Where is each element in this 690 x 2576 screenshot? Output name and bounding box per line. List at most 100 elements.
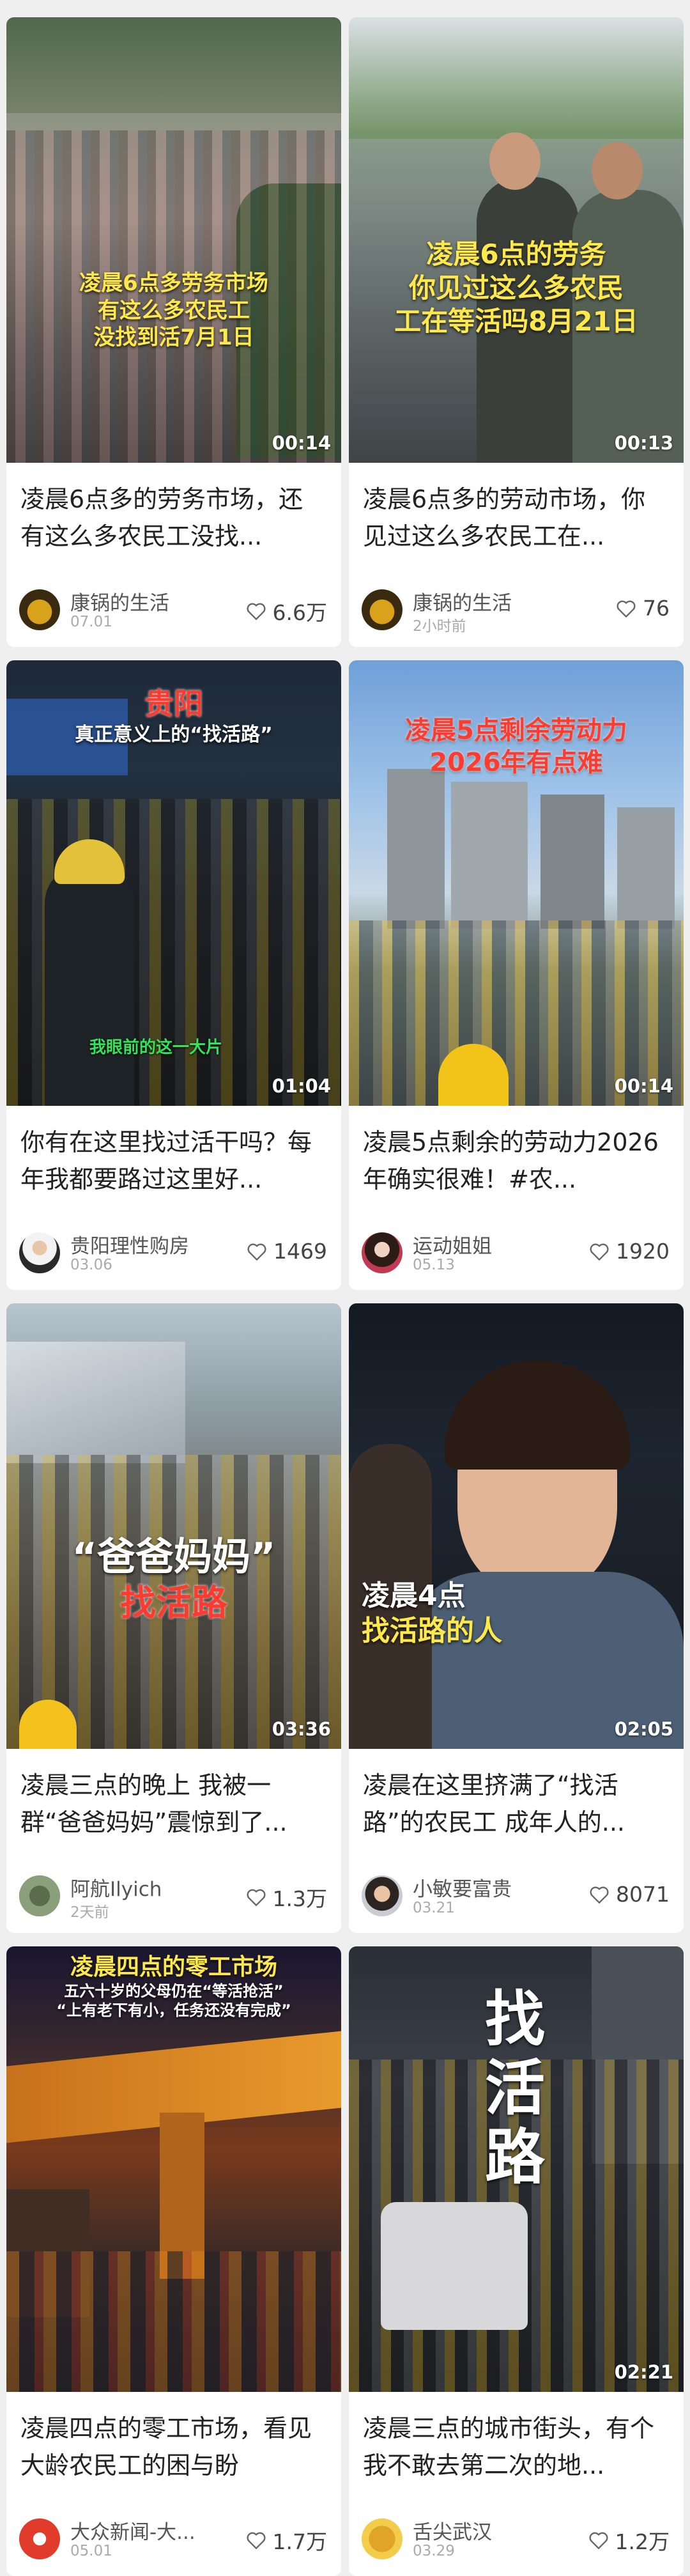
post-date: 03.21 <box>413 1900 455 1916</box>
thumbnail-overlay-text: 凌晨6点的劳务 你见过这么多农民 工在等活吗8月21日 <box>394 238 638 337</box>
like-count: 1.3万 <box>272 1886 327 1911</box>
video-thumbnail[interactable]: 凌晨6点多劳务市场 有这么多农民工 没找到活7月1日 00:14 <box>6 17 341 463</box>
like-button[interactable]: 1469 <box>247 1239 327 1264</box>
like-count: 8071 <box>616 1882 670 1907</box>
avatar[interactable] <box>362 2518 402 2559</box>
heart-icon <box>589 1242 610 1261</box>
thumbnail-overlay-text: “爸爸妈妈” 找活路 <box>72 1535 276 1624</box>
post-date: 2小时前 <box>413 618 466 635</box>
card-meta: 康锅的生活 07.01 6.6万 <box>19 587 327 630</box>
post-date: 05.01 <box>70 2543 112 2559</box>
like-count: 1.2万 <box>615 2529 670 2554</box>
post-date: 03.06 <box>70 1257 112 1273</box>
post-date: 07.01 <box>70 614 112 630</box>
author-name[interactable]: 舌尖武汉 <box>413 2516 492 2545</box>
thumbnail-overlay-text: 贵阳 真正意义上的“找活路” <box>75 687 273 746</box>
like-count: 76 <box>643 596 670 621</box>
thumbnail-image <box>6 1303 341 1749</box>
card-meta: 大众新闻-大... 05.01 1.7万 <box>19 2516 327 2559</box>
video-thumbnail[interactable]: 贵阳 真正意义上的“找活路” 我眼前的这一大片 01:04 <box>6 660 341 1106</box>
thumbnail-overlay-text: 凌晨4点 找活路的人 <box>362 1579 502 1647</box>
author-name[interactable]: 阿航Ilyich <box>70 1873 162 1902</box>
video-card[interactable]: 凌晨6点的劳务 你见过这么多农民 工在等活吗8月21日 00:13 凌晨6点多的… <box>349 17 684 647</box>
like-count: 1920 <box>616 1239 670 1264</box>
heart-icon <box>588 2531 609 2550</box>
post-date: 2天前 <box>70 1904 109 1921</box>
video-title[interactable]: 凌晨四点的零工市场，看见大龄农民工的困与盼 <box>20 2410 327 2484</box>
like-count: 6.6万 <box>272 600 327 625</box>
card-meta: 小敏要富贵 03.21 8071 <box>362 1873 670 1916</box>
video-thumbnail[interactable]: 凌晨四点的零工市场 五六十岁的父母仍在“等活抢活” “上有老下有小，任务还没有完… <box>6 1946 341 2392</box>
avatar[interactable] <box>19 2518 60 2559</box>
author-name[interactable]: 运动姐姐 <box>413 1230 492 1259</box>
video-thumbnail[interactable]: 找 活 路 02:21 <box>349 1946 684 2392</box>
heart-icon <box>247 1242 267 1261</box>
video-title[interactable]: 凌晨6点多的劳动市场，你见过这么多农民工在... <box>363 481 670 555</box>
like-button[interactable]: 1.3万 <box>246 1882 327 1913</box>
video-thumbnail[interactable]: 凌晨5点剩余劳动力 2026年有点难 00:14 <box>349 660 684 1106</box>
post-date: 03.29 <box>413 2543 455 2559</box>
video-duration: 02:21 <box>614 2361 673 2383</box>
thumbnail-overlay-text: 找 活 路 <box>484 1984 545 2193</box>
like-button[interactable]: 1920 <box>589 1239 670 1264</box>
thumbnail-overlay-text: 凌晨6点多劳务市场 有这么多农民工 没找到活7月1日 <box>79 270 268 350</box>
avatar[interactable] <box>19 1232 60 1273</box>
author-name[interactable]: 小敏要富贵 <box>413 1873 512 1902</box>
video-card[interactable]: 贵阳 真正意义上的“找活路” 我眼前的这一大片 01:04 你有在这里找过活干吗… <box>6 660 341 1290</box>
avatar[interactable] <box>362 1232 402 1273</box>
heart-icon <box>246 2531 266 2550</box>
video-card[interactable]: 凌晨5点剩余劳动力 2026年有点难 00:14 凌晨5点剩余的劳动力2026年… <box>349 660 684 1290</box>
video-feed-grid: 凌晨6点多劳务市场 有这么多农民工 没找到活7月1日 00:14 凌晨6点多的劳… <box>0 0 690 2576</box>
video-title[interactable]: 凌晨在这里挤满了“找活路”的农民工 成年人的... <box>363 1767 670 1841</box>
card-meta: 运动姐姐 05.13 1920 <box>362 1230 670 1273</box>
thumbnail-image <box>6 17 341 463</box>
author-name[interactable]: 康锅的生活 <box>70 587 169 616</box>
like-count: 1469 <box>273 1239 327 1264</box>
video-thumbnail[interactable]: “爸爸妈妈” 找活路 03:36 <box>6 1303 341 1749</box>
video-card[interactable]: 凌晨四点的零工市场 五六十岁的父母仍在“等活抢活” “上有老下有小，任务还没有完… <box>6 1946 341 2576</box>
video-card[interactable]: 找 活 路 02:21 凌晨三点的城市街头，有个我不敢去第二次的地... 舌尖武… <box>349 1946 684 2576</box>
video-duration: 00:14 <box>614 1075 673 1097</box>
avatar[interactable] <box>362 1875 402 1916</box>
card-meta: 舌尖武汉 03.29 1.2万 <box>362 2516 670 2559</box>
like-button[interactable]: 8071 <box>589 1882 670 1907</box>
avatar[interactable] <box>19 1875 60 1916</box>
card-meta: 康锅的生活 2小时前 76 <box>362 587 670 635</box>
video-title[interactable]: 凌晨三点的城市街头，有个我不敢去第二次的地... <box>363 2410 670 2484</box>
author-name[interactable]: 大众新闻-大... <box>70 2516 195 2545</box>
video-card[interactable]: 凌晨6点多劳务市场 有这么多农民工 没找到活7月1日 00:14 凌晨6点多的劳… <box>6 17 341 647</box>
avatar[interactable] <box>362 589 402 630</box>
like-button[interactable]: 6.6万 <box>246 596 327 626</box>
avatar[interactable] <box>19 589 60 630</box>
video-card[interactable]: “爸爸妈妈” 找活路 03:36 凌晨三点的晚上 我被一群“爸爸妈妈”震惊到了.… <box>6 1303 341 1933</box>
heart-icon <box>616 599 636 618</box>
video-duration: 03:36 <box>272 1718 331 1740</box>
heart-icon <box>246 1888 266 1907</box>
thumbnail-image <box>349 1303 684 1749</box>
video-title[interactable]: 凌晨6点多的劳务市场，还有这么多农民工没找... <box>20 481 327 555</box>
video-card[interactable]: 凌晨4点 找活路的人 02:05 凌晨在这里挤满了“找活路”的农民工 成年人的.… <box>349 1303 684 1933</box>
card-meta: 阿航Ilyich 2天前 1.3万 <box>19 1873 327 1921</box>
post-date: 05.13 <box>413 1257 455 1273</box>
video-thumbnail[interactable]: 凌晨6点的劳务 你见过这么多农民 工在等活吗8月21日 00:13 <box>349 17 684 463</box>
video-duration: 02:05 <box>614 1718 673 1740</box>
heart-icon <box>589 1885 610 1904</box>
video-title[interactable]: 凌晨三点的晚上 我被一群“爸爸妈妈”震惊到了... <box>20 1767 327 1841</box>
thumbnail-caption: 我眼前的这一大片 <box>89 1038 223 1057</box>
video-duration: 00:13 <box>614 432 673 454</box>
video-duration: 01:04 <box>272 1075 331 1097</box>
author-name[interactable]: 康锅的生活 <box>413 587 512 616</box>
like-count: 1.7万 <box>272 2529 327 2554</box>
like-button[interactable]: 1.7万 <box>246 2525 327 2556</box>
thumbnail-overlay-text: 凌晨5点剩余劳动力 2026年有点难 <box>405 716 627 777</box>
video-thumbnail[interactable]: 凌晨4点 找活路的人 02:05 <box>349 1303 684 1749</box>
author-name[interactable]: 贵阳理性购房 <box>70 1230 189 1259</box>
video-duration: 00:14 <box>272 432 331 454</box>
video-title[interactable]: 凌晨5点剩余的劳动力2026年确实很难！#农... <box>363 1124 670 1198</box>
card-meta: 贵阳理性购房 03.06 1469 <box>19 1230 327 1273</box>
heart-icon <box>246 601 266 621</box>
thumbnail-overlay-text: 凌晨四点的零工市场 五六十岁的父母仍在“等活抢活” “上有老下有小，任务还没有完… <box>56 1954 291 2019</box>
like-button[interactable]: 1.2万 <box>588 2525 670 2556</box>
like-button[interactable]: 76 <box>616 596 670 621</box>
video-title[interactable]: 你有在这里找过活干吗？每年我都要路过这里好... <box>20 1124 327 1198</box>
